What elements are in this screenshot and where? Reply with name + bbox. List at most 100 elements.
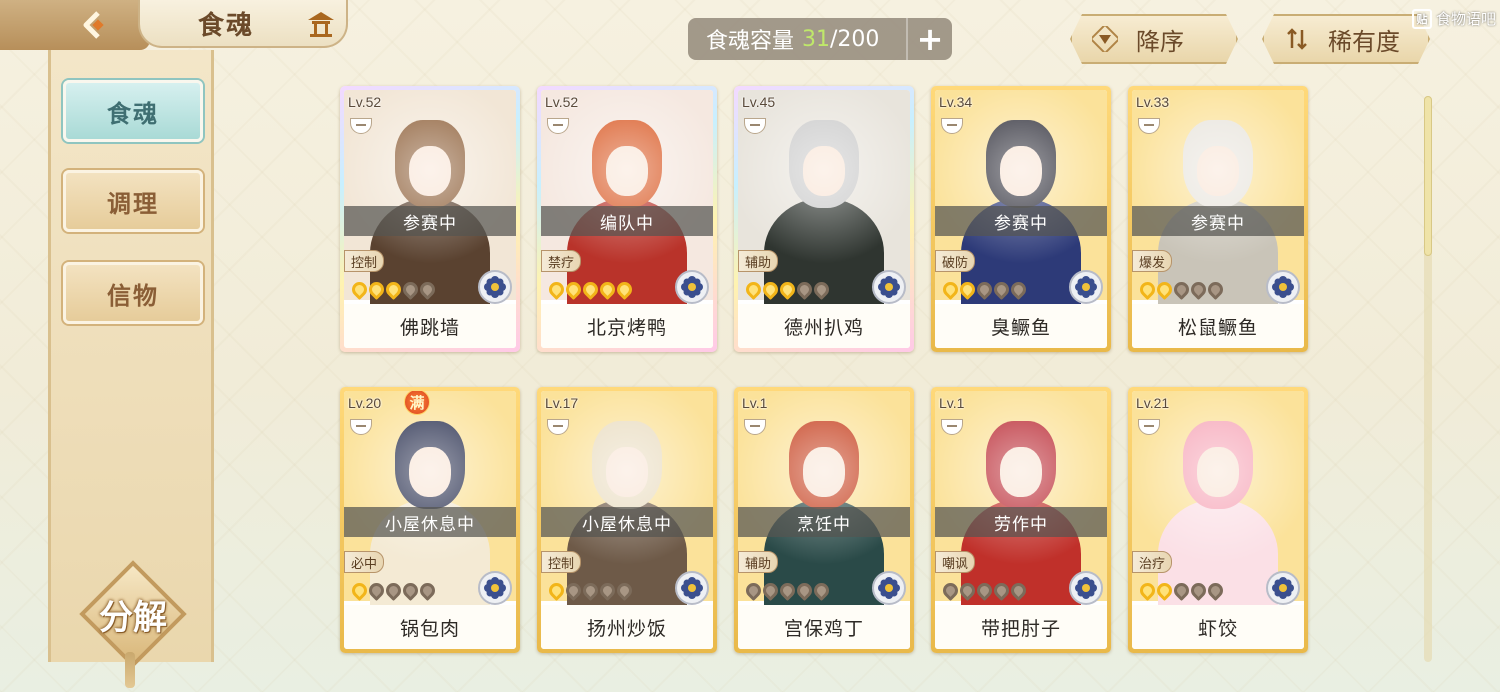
level-label: Lv.20 [348, 395, 382, 411]
status-band: 小屋休息中 [541, 507, 713, 537]
role-tag: 控制 [541, 551, 581, 573]
scrollbar-thumb[interactable] [1424, 96, 1432, 256]
tassel-ornament [125, 652, 135, 688]
level-label: Lv.21 [1136, 395, 1170, 411]
soul-capacity: 食魂容量 31 /200 + [688, 18, 952, 60]
soul-name: 虾饺 [1132, 605, 1304, 649]
star-icon [776, 278, 799, 301]
level-label: Lv.34 [939, 94, 973, 110]
card-inner: Lv.21 治疗 虾饺 [1132, 391, 1304, 649]
tab-soul[interactable]: 食魂 [63, 80, 203, 142]
scrollbar[interactable] [1424, 96, 1432, 662]
soul-card[interactable]: Lv.1 烹饪中 辅助 宫保鸡丁 [734, 387, 914, 653]
star-icon [348, 579, 371, 602]
soul-card[interactable]: Lv.34 参赛中 破防 臭鳜鱼 [931, 86, 1111, 352]
star-icon [596, 579, 619, 602]
star-icon [1187, 579, 1210, 602]
card-inner: Lv.52 编队中 禁疗 北京烤鸭 [541, 90, 713, 348]
tab-conditioning[interactable]: 调理 [63, 170, 203, 232]
soul-card[interactable]: Lv.45 辅助 德州扒鸡 [734, 86, 914, 352]
soul-card[interactable]: Lv.52 编队中 禁疗 北京烤鸭 [537, 86, 717, 352]
element-flower-icon [478, 270, 512, 304]
role-tag: 嘲讽 [935, 551, 975, 573]
star-icon [776, 579, 799, 602]
back-button[interactable] [0, 0, 150, 50]
star-icon [365, 278, 388, 301]
role-tag: 控制 [344, 250, 384, 272]
star-icon [545, 278, 568, 301]
star-icon [759, 278, 782, 301]
star-rating [1136, 278, 1227, 301]
star-icon [613, 278, 636, 301]
star-icon [990, 579, 1013, 602]
star-icon [742, 278, 765, 301]
soul-name: 宫保鸡丁 [738, 605, 910, 649]
sidebar: 食魂 调理 信物 分解 [48, 50, 214, 668]
soul-card[interactable]: Lv.17 小屋休息中 控制 扬州炒饭 [537, 387, 717, 653]
level-label: Lv.52 [348, 94, 382, 110]
status-band: 参赛中 [935, 206, 1107, 236]
status-band: 烹饪中 [738, 507, 910, 537]
soul-card[interactable]: Lv.52 参赛中 控制 佛跳墙 [340, 86, 520, 352]
capacity-max: /200 [830, 26, 880, 52]
star-icon [399, 579, 422, 602]
card-inner: Lv.52 参赛中 控制 佛跳墙 [344, 90, 516, 348]
level-label: Lv.45 [742, 94, 776, 110]
level-label: Lv.1 [742, 395, 768, 411]
soul-name: 锅包肉 [344, 605, 516, 649]
star-icon [810, 579, 833, 602]
star-icon [613, 579, 636, 602]
expand-capacity-button[interactable]: + [906, 18, 952, 60]
star-rating [742, 579, 833, 602]
role-tag: 禁疗 [541, 250, 581, 272]
card-inner: Lv.45 辅助 德州扒鸡 [738, 90, 910, 348]
sort-order-label: 降序 [1136, 27, 1184, 56]
role-tag: 破防 [935, 250, 975, 272]
star-icon [956, 278, 979, 301]
star-icon [365, 579, 388, 602]
card-inner: Lv.17 小屋休息中 控制 扬州炒饭 [541, 391, 713, 649]
star-icon [759, 579, 782, 602]
soul-card[interactable]: Lv.20 满 小屋休息中 必中 锅包肉 [340, 387, 520, 653]
star-icon [579, 278, 602, 301]
home-pavilion-icon[interactable] [306, 10, 336, 38]
star-rating [348, 579, 439, 602]
element-flower-icon [872, 571, 906, 605]
star-icon [1170, 579, 1193, 602]
tieba-logo-icon: 贴 [1411, 8, 1432, 29]
level-label: Lv.33 [1136, 94, 1170, 110]
status-band: 劳作中 [935, 507, 1107, 537]
soul-card[interactable]: Lv.1 劳作中 嘲讽 带把肘子 [931, 387, 1111, 653]
star-rating [742, 278, 833, 301]
star-icon [1204, 278, 1227, 301]
tab-keepsake[interactable]: 信物 [63, 262, 203, 324]
soul-card[interactable]: Lv.21 治疗 虾饺 [1128, 387, 1308, 653]
element-flower-icon [1069, 270, 1103, 304]
capacity-current: 31 [802, 26, 831, 52]
soul-card-grid: Lv.52 参赛中 控制 佛跳墙 Lv.52 编队中 禁疗 北京烤鸭 Lv.45… [340, 86, 1310, 656]
soul-name: 臭鳜鱼 [935, 304, 1107, 348]
star-icon [973, 278, 996, 301]
star-icon [1204, 579, 1227, 602]
star-rating [1136, 579, 1227, 602]
role-tag: 辅助 [738, 250, 778, 272]
back-arrow-icon [83, 11, 104, 39]
star-icon [562, 278, 585, 301]
star-rating [348, 278, 439, 301]
role-tag: 必中 [344, 551, 384, 573]
card-inner: Lv.33 参赛中 爆发 松鼠鳜鱼 [1132, 90, 1304, 348]
star-icon [382, 579, 405, 602]
star-icon [793, 579, 816, 602]
star-icon [596, 278, 619, 301]
role-tag: 辅助 [738, 551, 778, 573]
star-icon [416, 278, 439, 301]
element-flower-icon [478, 571, 512, 605]
element-flower-icon [1266, 571, 1300, 605]
star-icon [1136, 278, 1159, 301]
soul-name: 带把肘子 [935, 605, 1107, 649]
status-band: 参赛中 [1132, 206, 1304, 236]
sort-rarity-button[interactable]: 稀有度 [1262, 14, 1430, 64]
sort-order-button[interactable]: 降序 [1070, 14, 1238, 64]
soul-card[interactable]: Lv.33 参赛中 爆发 松鼠鳜鱼 [1128, 86, 1308, 352]
soul-name: 扬州炒饭 [541, 605, 713, 649]
